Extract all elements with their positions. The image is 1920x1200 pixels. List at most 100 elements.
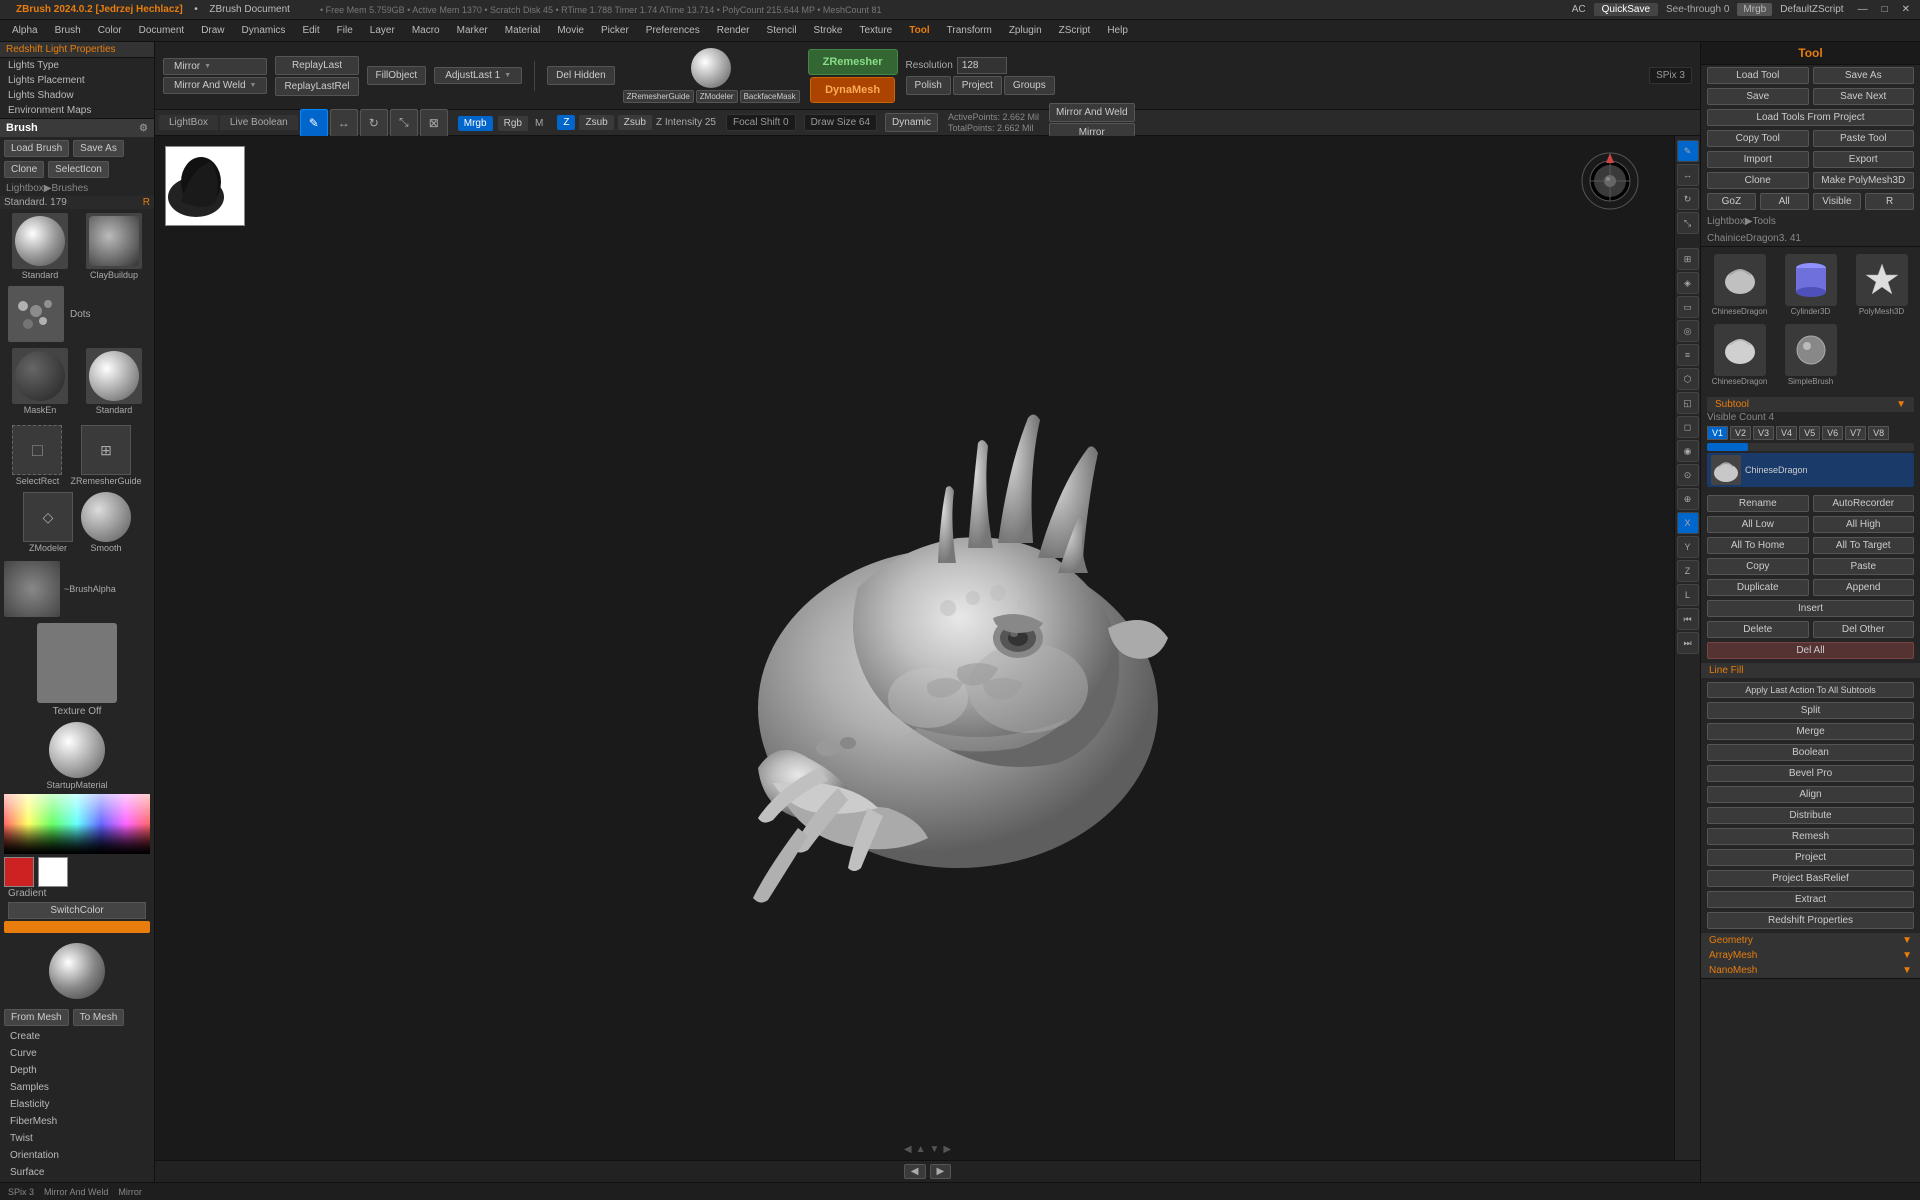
project2-button[interactable]: Project [1707, 849, 1914, 866]
groups-button[interactable]: Groups [1004, 76, 1055, 95]
brush-item-standard2[interactable]: Standard [78, 346, 150, 417]
menu-depth[interactable]: Depth [0, 1062, 154, 1079]
subtool-section-title[interactable]: Subtool ▼ [1707, 397, 1914, 412]
focal-shift-display[interactable]: Focal Shift 0 [726, 114, 796, 131]
v8-btn[interactable]: V8 [1868, 426, 1889, 440]
brush-alpha-preview[interactable] [4, 561, 60, 617]
quicksave-button[interactable]: QuickSave [1594, 3, 1658, 16]
save-tool-button[interactable]: Save [1707, 88, 1809, 105]
export-button[interactable]: Export [1813, 151, 1915, 168]
color-gradient-picker[interactable] [4, 794, 150, 854]
side-polyf-btn[interactable]: ⬡ [1677, 368, 1699, 390]
menu-curve[interactable]: Curve [0, 1045, 154, 1062]
rgb-btn[interactable]: Rgb [498, 116, 528, 131]
insert-button[interactable]: Insert [1707, 600, 1914, 617]
environment-maps-item[interactable]: Environment Maps [0, 103, 154, 118]
default-zscript-btn[interactable]: DefaultZScript [1774, 3, 1849, 16]
to-mesh-button[interactable]: To Mesh [73, 1009, 125, 1026]
brush-item-masken[interactable]: MaskEn [4, 346, 76, 417]
v5-btn[interactable]: V5 [1799, 426, 1820, 440]
nano-mesh-section-title[interactable]: NanoMesh ▼ [1701, 963, 1920, 978]
bevel-pro-button[interactable]: Bevel Pro [1707, 765, 1914, 782]
dynamic-btn[interactable]: Dynamic [885, 113, 938, 132]
primary-color-swatch[interactable] [4, 857, 34, 887]
menu-zscript[interactable]: ZScript [1051, 23, 1099, 38]
menu-picker[interactable]: Picker [593, 23, 637, 38]
side-floor-btn[interactable]: ▭ [1677, 296, 1699, 318]
resolution-input[interactable] [957, 57, 1007, 74]
append-button[interactable]: Append [1813, 579, 1915, 596]
v3-btn[interactable]: V3 [1753, 426, 1774, 440]
menu-document[interactable]: Document [131, 23, 193, 38]
texture-preview[interactable] [37, 623, 117, 703]
subtool-item-main[interactable]: ChineseDragon [1707, 453, 1914, 487]
backface-mask-btn[interactable]: BackfaceMask [740, 90, 800, 103]
v1-btn[interactable]: V1 [1707, 426, 1728, 440]
side-frame-btn[interactable]: ⊞ [1677, 248, 1699, 270]
side-draw-btn[interactable]: ✎ [1677, 140, 1699, 162]
v4-btn[interactable]: V4 [1776, 426, 1797, 440]
lights-shadow-item[interactable]: Lights Shadow [0, 88, 154, 103]
menu-stencil[interactable]: Stencil [759, 23, 805, 38]
zremesher-button[interactable]: ZRemesher [808, 49, 898, 75]
polish-button[interactable]: Polish [906, 76, 951, 95]
side-timeout-btn[interactable]: ⏭ [1677, 632, 1699, 654]
menu-material[interactable]: Material [497, 23, 549, 38]
see-through-btn[interactable]: See-through 0 [1660, 3, 1735, 16]
lights-type-item[interactable]: Lights Type [0, 58, 154, 73]
menu-color[interactable]: Color [90, 23, 130, 38]
project-basrelief-button[interactable]: Project BasRelief [1707, 870, 1914, 887]
side-zsym-btn[interactable]: Z [1677, 560, 1699, 582]
close-btn[interactable]: ✕ [1896, 3, 1916, 16]
copy-tool-button[interactable]: Copy Tool [1707, 130, 1809, 147]
zsub-btn[interactable]: Zsub [579, 115, 613, 130]
ac-btn[interactable]: AC [1566, 3, 1592, 16]
save-next-button[interactable]: Save Next [1813, 88, 1915, 105]
rename-button[interactable]: Rename [1707, 495, 1809, 512]
brush-item-selectrect[interactable]: □ SelectRect [10, 423, 64, 488]
side-move-btn[interactable]: ↔ [1677, 164, 1699, 186]
del-other-button[interactable]: Del Other [1813, 621, 1915, 638]
v6-btn[interactable]: V6 [1822, 426, 1843, 440]
side-subdsrf-btn[interactable]: ≡ [1677, 344, 1699, 366]
zmodeler-btn[interactable]: ZModeler [696, 90, 738, 103]
mrgb-active-btn[interactable]: Mrgb [1737, 3, 1772, 16]
goz-r-button[interactable]: R [1865, 193, 1914, 210]
boolean-button[interactable]: Boolean [1707, 744, 1914, 761]
side-rotate-btn[interactable]: ↻ [1677, 188, 1699, 210]
small-sphere-preview[interactable] [49, 943, 105, 999]
side-snap-btn[interactable]: ⊕ [1677, 488, 1699, 510]
menu-zplugin[interactable]: Zplugin [1001, 23, 1050, 38]
project-button[interactable]: Project [953, 76, 1002, 95]
side-xsym-btn[interactable]: X [1677, 512, 1699, 534]
side-ghost-btn[interactable]: ◻ [1677, 416, 1699, 438]
replay-last-rel-button[interactable]: ReplayLastRel [275, 77, 358, 96]
goz-all-button[interactable]: All [1760, 193, 1809, 210]
brush-settings-icon[interactable]: ⚙ [139, 123, 148, 134]
mirror-dropdown[interactable]: Mirror [163, 58, 267, 75]
menu-edit[interactable]: Edit [294, 23, 327, 38]
tab-scale-mode[interactable]: ⤡ [390, 109, 418, 137]
lightbox-brushes-label[interactable]: Lightbox▶Brushes [0, 181, 154, 196]
menu-alpha[interactable]: Alpha [4, 23, 46, 38]
load-tool-button[interactable]: Load Tool [1707, 67, 1809, 84]
save-as-tool-button[interactable]: Save As [1813, 67, 1915, 84]
v2-btn[interactable]: V2 [1730, 426, 1751, 440]
brush-item-standard[interactable]: Standard [4, 211, 76, 282]
lightbox-tools-label[interactable]: Lightbox▶Tools [1707, 214, 1776, 229]
delete-button[interactable]: Delete [1707, 621, 1809, 638]
brush-item-zremeshguide[interactable]: ⊞ ZRemesherGuide [68, 423, 143, 488]
menu-draw[interactable]: Draw [193, 23, 232, 38]
goz-visible-button[interactable]: Visible [1813, 193, 1862, 210]
duplicate-button[interactable]: Duplicate [1707, 579, 1809, 596]
clone-button[interactable]: Clone [1707, 172, 1809, 189]
menu-file[interactable]: File [329, 23, 361, 38]
remesh-button[interactable]: Remesh [1707, 828, 1914, 845]
adjust-last-dropdown[interactable]: AdjustLast 1 [434, 67, 522, 84]
menu-render[interactable]: Render [709, 23, 758, 38]
secondary-color-swatch[interactable] [38, 857, 68, 887]
menu-texture[interactable]: Texture [851, 23, 900, 38]
menu-brush[interactable]: Brush [47, 23, 89, 38]
color-highlight-bar[interactable] [4, 921, 150, 933]
auto-recorder-button[interactable]: AutoRecorder [1813, 495, 1915, 512]
